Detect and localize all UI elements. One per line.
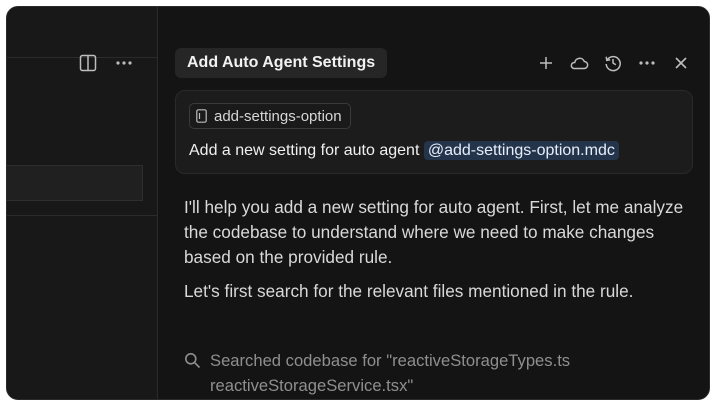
chat-title-tab[interactable]: Add Auto Agent Settings: [175, 48, 388, 78]
chat-panel: Add Auto Agent Settings add-settings-opt…: [158, 7, 709, 399]
close-icon[interactable]: [670, 52, 692, 74]
cloud-icon[interactable]: [568, 52, 590, 74]
editor-selected-row[interactable]: [7, 165, 143, 201]
tool-call-text: Searched codebase for "reactiveStorageTy…: [210, 351, 571, 395]
response-paragraph: I'll help you add a new setting for auto…: [184, 197, 684, 267]
response-paragraph: Let's first search for the relevant file…: [184, 281, 634, 301]
divider: [7, 215, 157, 216]
app-window: Add Auto Agent Settings add-settings-opt…: [6, 6, 710, 400]
file-mention[interactable]: @add-settings-option.mdc: [423, 141, 619, 160]
file-icon: [196, 109, 207, 123]
search-icon: [184, 351, 201, 398]
history-icon[interactable]: [602, 52, 624, 74]
editor-header: [7, 7, 157, 72]
prompt-message: Add a new setting for auto agent: [189, 142, 420, 159]
prompt-text: Add a new setting for auto agent @add-se…: [189, 139, 619, 163]
assistant-response: I'll help you add a new setting for auto…: [184, 195, 694, 313]
context-pill-label: add-settings-option: [214, 107, 342, 125]
context-pill[interactable]: add-settings-option: [189, 103, 351, 129]
more-icon[interactable]: [636, 52, 658, 74]
split-editor-icon[interactable]: [77, 52, 99, 74]
more-icon[interactable]: [113, 52, 135, 74]
tool-call-search[interactable]: Searched codebase for "reactiveStorageTy…: [184, 348, 684, 398]
plus-icon[interactable]: [535, 52, 557, 74]
user-prompt-card[interactable]: add-settings-option Add a new setting fo…: [175, 90, 693, 174]
editor-pane: [7, 7, 158, 399]
